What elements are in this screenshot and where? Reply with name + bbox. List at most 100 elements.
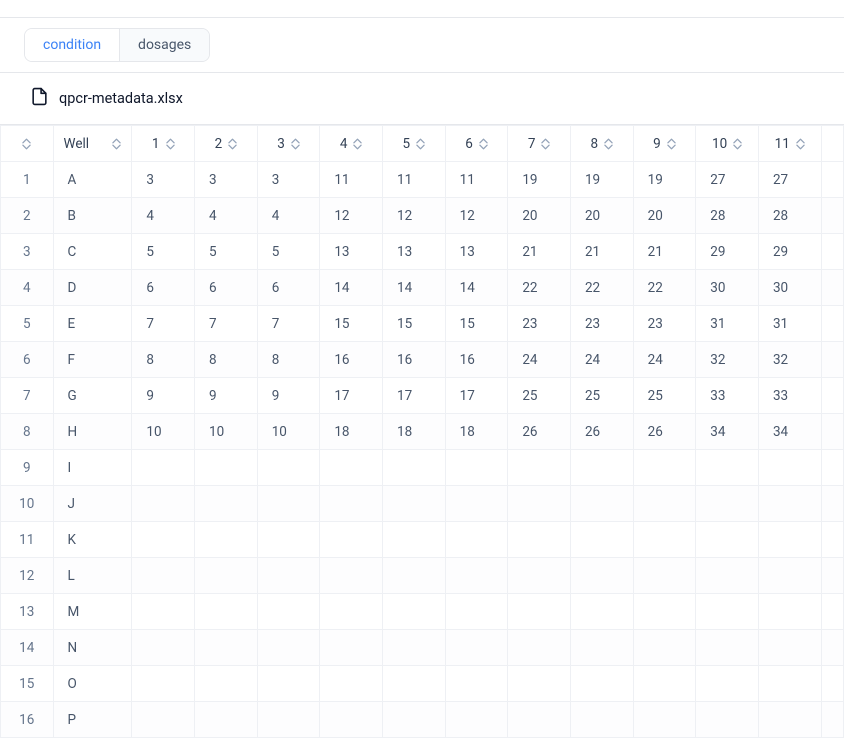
cell[interactable]: 5: [257, 234, 320, 270]
cell[interactable]: 31: [696, 306, 759, 342]
cell[interactable]: 26: [508, 414, 571, 450]
cell[interactable]: 3: [257, 162, 320, 198]
cell[interactable]: [633, 522, 696, 558]
cell[interactable]: [320, 630, 383, 666]
cell[interactable]: 27: [696, 162, 759, 198]
cell[interactable]: [320, 558, 383, 594]
cell[interactable]: [445, 450, 508, 486]
cell[interactable]: [132, 666, 195, 702]
cell-well[interactable]: K: [53, 522, 132, 558]
cell[interactable]: 21: [570, 234, 633, 270]
cell[interactable]: [696, 666, 759, 702]
cell[interactable]: 6: [132, 270, 195, 306]
cell[interactable]: 16: [445, 342, 508, 378]
cell-well[interactable]: N: [53, 630, 132, 666]
cell[interactable]: [758, 522, 821, 558]
cell-well[interactable]: C: [53, 234, 132, 270]
cell[interactable]: [570, 666, 633, 702]
cell[interactable]: 4: [132, 198, 195, 234]
cell-well[interactable]: P: [53, 702, 132, 738]
cell[interactable]: [383, 702, 446, 738]
cell[interactable]: 11: [445, 162, 508, 198]
col-header-8[interactable]: 8: [570, 126, 633, 162]
cell[interactable]: [633, 486, 696, 522]
sort-icon[interactable]: [416, 138, 425, 150]
cell[interactable]: 18: [320, 414, 383, 450]
cell-well[interactable]: O: [53, 666, 132, 702]
cell[interactable]: [508, 486, 571, 522]
cell[interactable]: 12: [445, 198, 508, 234]
cell[interactable]: 13: [445, 234, 508, 270]
cell[interactable]: 25: [508, 378, 571, 414]
cell[interactable]: 11: [383, 162, 446, 198]
cell[interactable]: 20: [508, 198, 571, 234]
cell[interactable]: [508, 558, 571, 594]
cell[interactable]: 9: [257, 378, 320, 414]
cell[interactable]: [508, 666, 571, 702]
cell[interactable]: [758, 630, 821, 666]
cell[interactable]: 6: [195, 270, 258, 306]
cell[interactable]: 14: [320, 270, 383, 306]
cell[interactable]: [195, 594, 258, 630]
cell[interactable]: [758, 486, 821, 522]
cell[interactable]: 20: [633, 198, 696, 234]
cell[interactable]: [508, 594, 571, 630]
cell[interactable]: [445, 666, 508, 702]
cell[interactable]: [320, 450, 383, 486]
tab-dosages[interactable]: dosages: [119, 29, 209, 61]
cell[interactable]: 7: [132, 306, 195, 342]
cell[interactable]: [320, 702, 383, 738]
sort-icon[interactable]: [112, 138, 121, 150]
cell[interactable]: 21: [633, 234, 696, 270]
cell[interactable]: [132, 594, 195, 630]
col-header-5[interactable]: 5: [383, 126, 446, 162]
cell[interactable]: 4: [195, 198, 258, 234]
cell[interactable]: [383, 594, 446, 630]
sort-icon[interactable]: [541, 138, 550, 150]
cell[interactable]: 19: [570, 162, 633, 198]
cell[interactable]: 23: [508, 306, 571, 342]
cell[interactable]: 8: [195, 342, 258, 378]
cell[interactable]: 11: [320, 162, 383, 198]
cell[interactable]: [508, 702, 571, 738]
cell[interactable]: [696, 558, 759, 594]
cell[interactable]: 7: [257, 306, 320, 342]
cell[interactable]: 4: [257, 198, 320, 234]
cell[interactable]: [696, 486, 759, 522]
cell[interactable]: 17: [445, 378, 508, 414]
cell[interactable]: [257, 702, 320, 738]
cell[interactable]: 34: [696, 414, 759, 450]
cell-well[interactable]: A: [53, 162, 132, 198]
cell[interactable]: [445, 522, 508, 558]
cell[interactable]: [132, 702, 195, 738]
sort-icon[interactable]: [733, 138, 742, 150]
cell[interactable]: 7: [195, 306, 258, 342]
cell[interactable]: 24: [508, 342, 571, 378]
cell[interactable]: 32: [696, 342, 759, 378]
col-header-rownum[interactable]: [1, 126, 54, 162]
cell[interactable]: 26: [570, 414, 633, 450]
cell[interactable]: [445, 558, 508, 594]
cell[interactable]: 13: [320, 234, 383, 270]
cell[interactable]: [320, 594, 383, 630]
cell-well[interactable]: G: [53, 378, 132, 414]
cell[interactable]: [633, 594, 696, 630]
cell[interactable]: 32: [758, 342, 821, 378]
cell[interactable]: 17: [383, 378, 446, 414]
cell[interactable]: [195, 486, 258, 522]
cell[interactable]: 22: [570, 270, 633, 306]
cell[interactable]: 24: [570, 342, 633, 378]
cell[interactable]: 23: [570, 306, 633, 342]
cell[interactable]: [633, 450, 696, 486]
cell[interactable]: 10: [195, 414, 258, 450]
cell[interactable]: 33: [696, 378, 759, 414]
cell[interactable]: [758, 702, 821, 738]
cell[interactable]: [132, 486, 195, 522]
cell[interactable]: [570, 522, 633, 558]
cell[interactable]: [508, 630, 571, 666]
cell[interactable]: [508, 522, 571, 558]
col-header-6[interactable]: 6: [445, 126, 508, 162]
cell[interactable]: 15: [383, 306, 446, 342]
cell-well[interactable]: J: [53, 486, 132, 522]
cell[interactable]: 18: [383, 414, 446, 450]
